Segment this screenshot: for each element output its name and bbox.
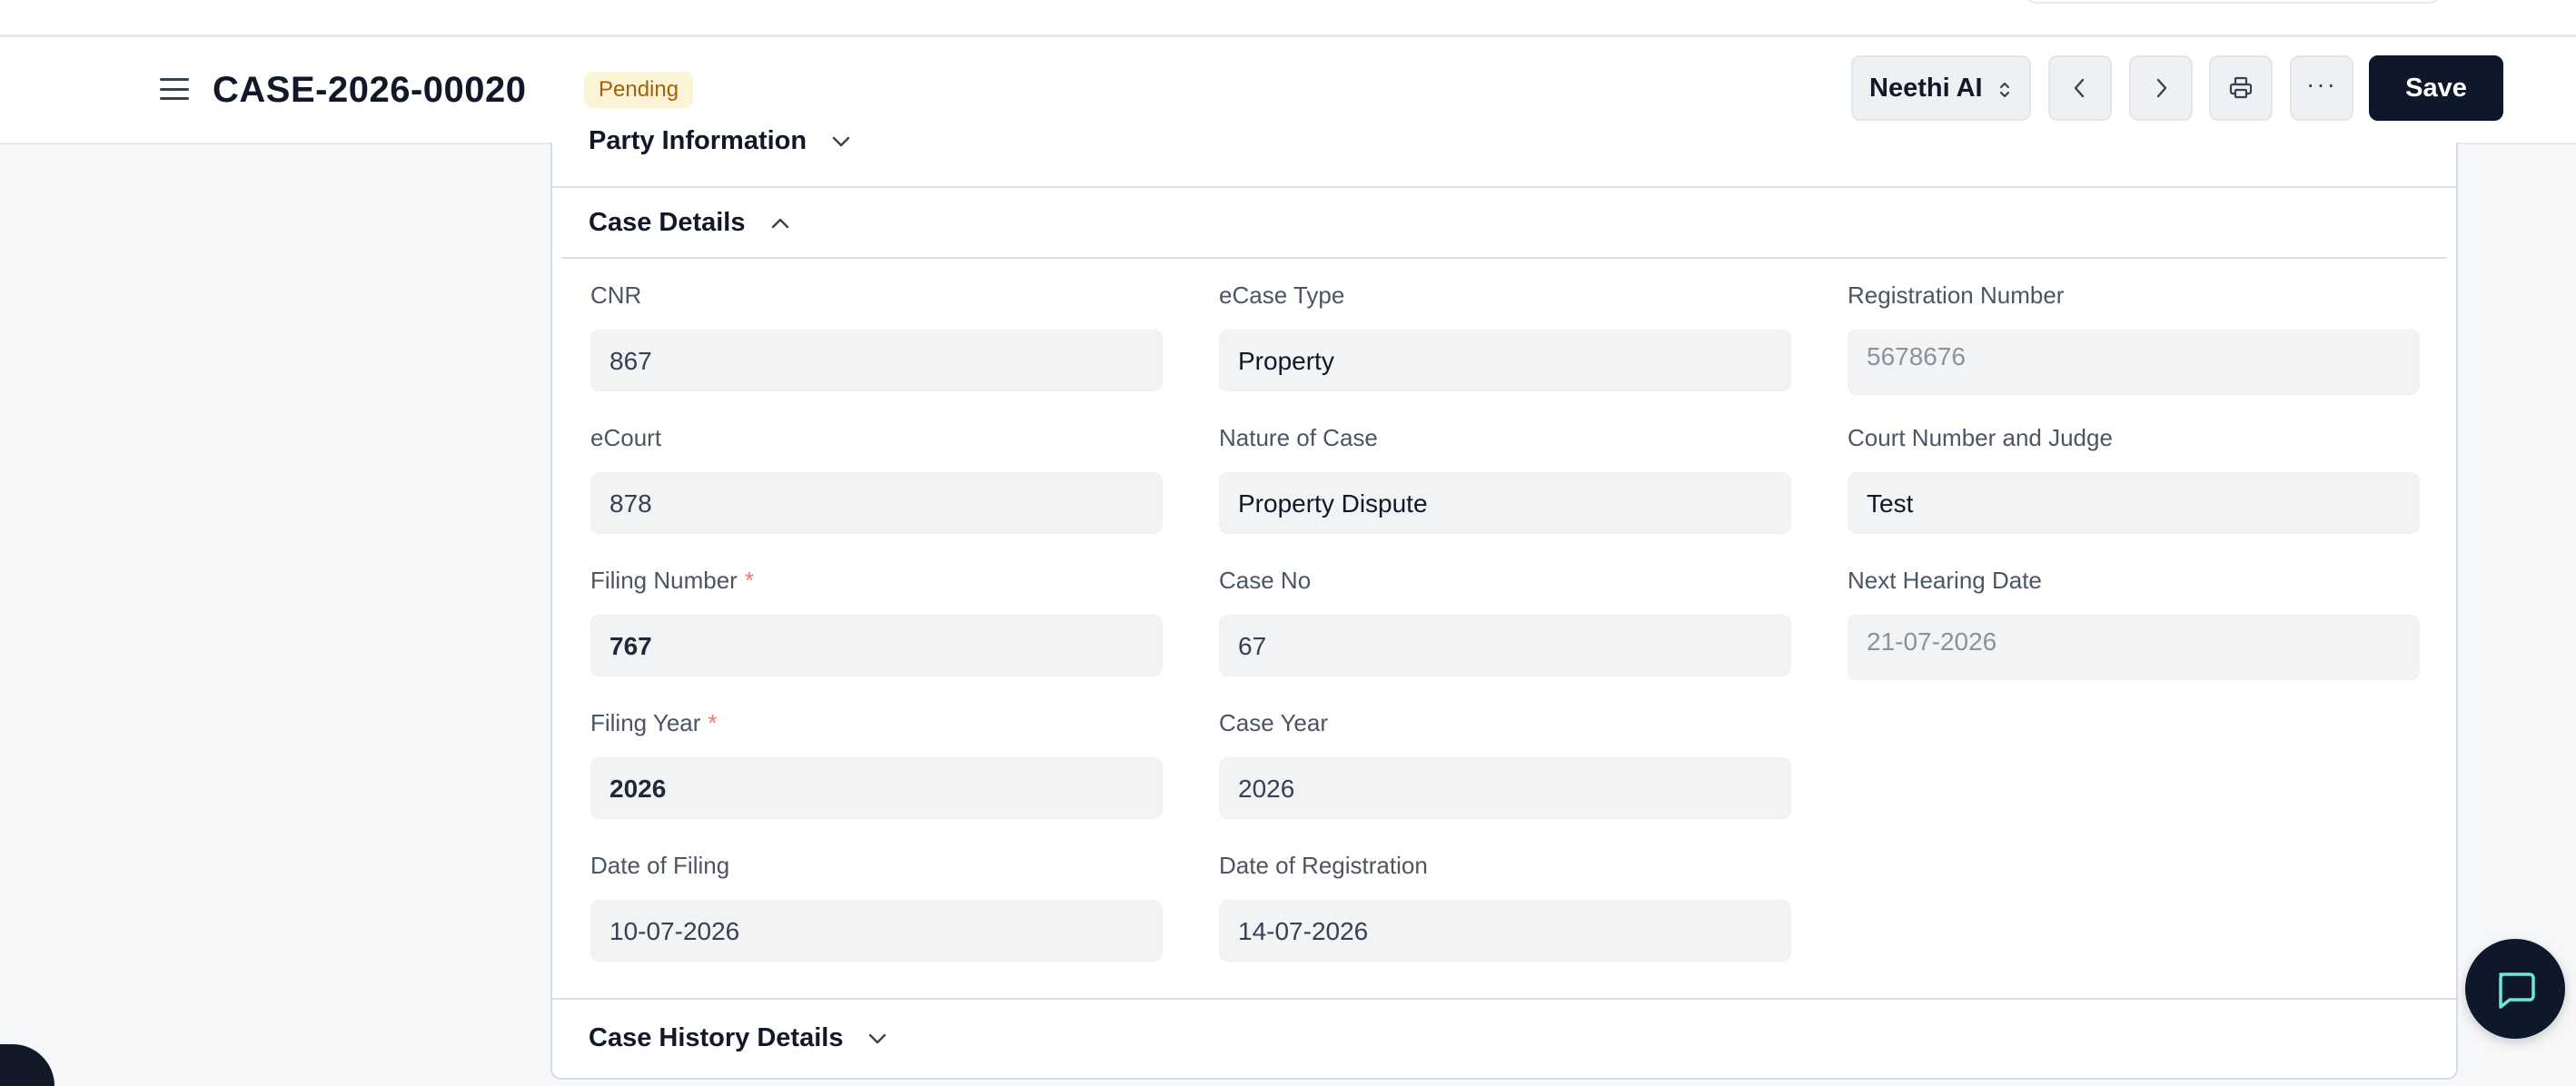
ecase-type-input[interactable]: Property [1219,330,1791,391]
field-label: Date of Filing [590,852,730,879]
ecourt-input[interactable]: 878 [590,472,1163,534]
next-hearing-date-input[interactable]: 21-07-2026 [1848,615,2420,680]
section-case-history-details[interactable]: Case History Details [589,1023,888,1053]
nature-of-case-input[interactable]: Property Dispute [1219,472,1791,534]
field-label: Filing Year * [590,708,1163,737]
case-no-input[interactable]: 67 [1219,615,1791,676]
field-next-hearing-date: Next Hearing Date 21-07-2026 [1848,566,2420,680]
form-card: Party Information Case Details CNR 867 e… [550,126,2458,1080]
chevron-down-icon [832,136,850,146]
assistant-select[interactable]: Neethi AI [1851,55,2031,121]
field-date-of-registration: Date of Registration 14-07-2026 [1219,851,1791,962]
field-label: Court Number and Judge [1848,424,2113,451]
field-cnr: CNR 867 [590,281,1163,391]
top-navbar [0,0,2576,37]
field-label-text: Filing Year [590,709,701,736]
filing-number-input[interactable]: 767 [590,615,1163,676]
field-court-number-judge: Court Number and Judge Test [1848,423,2420,534]
divider [552,998,2456,1000]
section-title: Case Details [589,208,746,237]
field-ecourt: eCourt 878 [590,423,1163,534]
chevron-left-icon [2074,78,2085,98]
next-button[interactable] [2129,55,2193,121]
section-party-information[interactable]: Party Information [589,126,852,156]
search-bar[interactable] [2024,0,2442,4]
chevron-down-icon [869,1033,887,1043]
field-label-text: Filing Number [590,567,738,594]
print-button[interactable] [2209,55,2273,121]
filing-year-input[interactable]: 2026 [590,757,1163,819]
chat-button[interactable] [2465,939,2565,1039]
required-marker: * [744,567,754,594]
case-year-input[interactable]: 2026 [1219,757,1791,819]
date-of-filing-input[interactable]: 10-07-2026 [590,900,1163,962]
required-marker: * [708,709,718,736]
page-title: CASE-2026-00020 [213,70,527,110]
section-title: Case History Details [589,1023,844,1052]
printer-icon [2229,76,2253,99]
cnr-input[interactable]: 867 [590,330,1163,391]
field-label: Next Hearing Date [1848,567,2042,594]
section-case-details[interactable]: Case Details [589,208,791,238]
field-nature-of-case: Nature of Case Property Dispute [1219,423,1791,534]
divider [552,186,2456,188]
registration-number-input[interactable]: 5678676 [1848,330,2420,395]
divider [561,257,2447,259]
field-ecase-type: eCase Type Property [1219,281,1791,391]
field-filing-year: Filing Year * 2026 [590,708,1163,819]
court-number-judge-input[interactable]: Test [1848,472,2420,534]
chat-icon [2499,972,2535,1009]
field-label: Filing Number * [590,566,1163,595]
field-label: CNR [590,281,642,309]
field-label: Registration Number [1848,281,2065,309]
chevron-up-down-icon [1999,82,2010,98]
previous-button[interactable] [2048,55,2112,121]
field-registration-number: Registration Number 5678676 [1848,281,2420,395]
page-header: CASE-2026-00020 Pending Neethi AI ··· Sa… [0,37,2576,144]
field-label: eCase Type [1219,281,1345,309]
section-title: Party Information [589,126,807,155]
chevron-right-icon [2156,78,2167,98]
hamburger-icon[interactable] [160,74,189,104]
field-label: Nature of Case [1219,424,1378,451]
field-label: Case Year [1219,709,1328,736]
date-of-registration-input[interactable]: 14-07-2026 [1219,900,1791,962]
chevron-up-icon [771,218,788,228]
field-date-of-filing: Date of Filing 10-07-2026 [590,851,1163,962]
field-label: Case No [1219,567,1312,594]
field-case-no: Case No 67 [1219,566,1791,676]
field-label: eCourt [590,424,662,451]
field-label: Date of Registration [1219,852,1428,879]
assistant-select-value: Neethi AI [1869,73,1983,103]
save-button[interactable]: Save [2369,55,2503,121]
more-options-button[interactable]: ··· [2290,55,2353,121]
status-badge: Pending [584,72,694,108]
window-corner [0,1044,54,1086]
field-filing-number: Filing Number * 767 [590,566,1163,676]
field-case-year: Case Year 2026 [1219,708,1791,819]
